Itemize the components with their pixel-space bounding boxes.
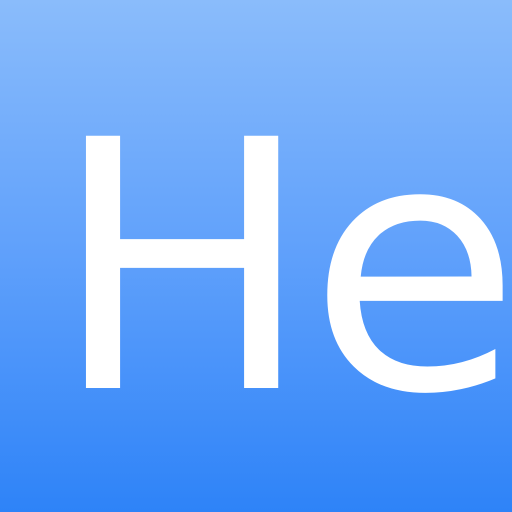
element-symbol: He [52,67,512,470]
element-tile: He [0,0,512,512]
